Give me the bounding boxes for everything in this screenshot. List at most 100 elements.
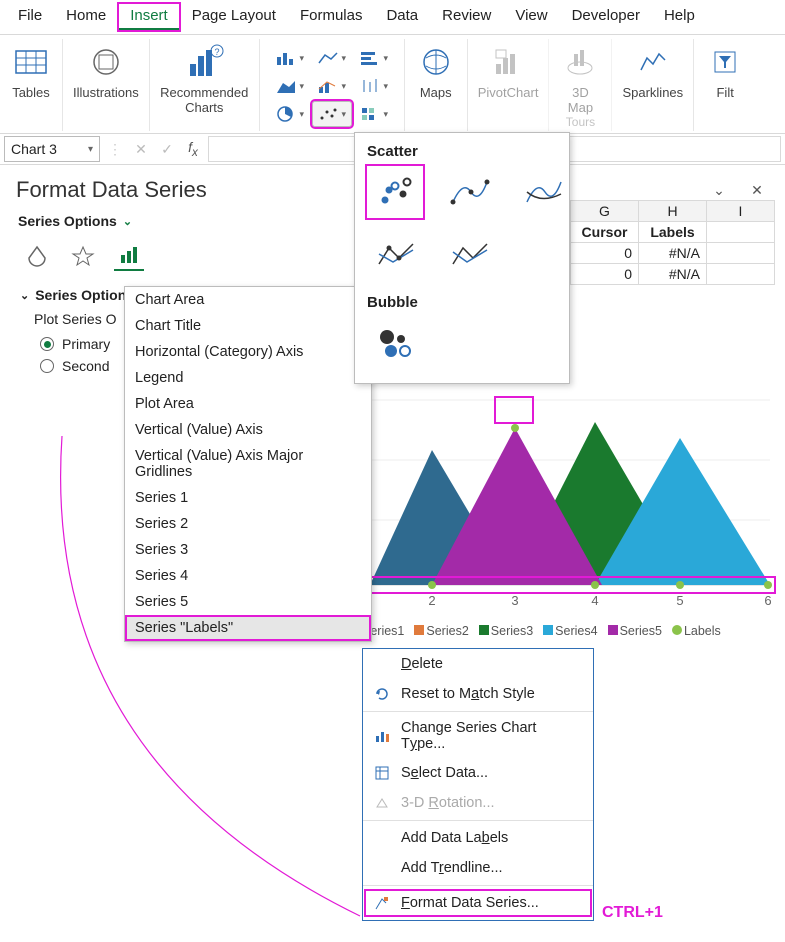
- menu-data[interactable]: Data: [374, 3, 430, 31]
- label-marker-5[interactable]: [676, 581, 684, 589]
- chart-line[interactable]: ▾: [312, 45, 352, 71]
- legend-series4: Series4: [543, 624, 597, 638]
- chart-elem-series1[interactable]: Series 1: [125, 485, 371, 511]
- fx-btn[interactable]: fx: [182, 138, 204, 160]
- chart-elem-series4[interactable]: Series 4: [125, 563, 371, 589]
- cell-i3[interactable]: [707, 243, 775, 264]
- chart-elem-series-labels[interactable]: Series "Labels": [125, 615, 371, 641]
- cell-i2[interactable]: [707, 222, 775, 243]
- menu-review[interactable]: Review: [430, 3, 503, 31]
- series-options-tab[interactable]: [114, 241, 144, 271]
- scatter-markers-only[interactable]: [367, 166, 423, 218]
- menu-bar: File Home Insert Page Layout Formulas Da…: [0, 0, 785, 35]
- ribbon-recommended-charts[interactable]: ? Recommended Charts: [150, 39, 260, 131]
- cancel-formula-btn[interactable]: ✕: [130, 138, 152, 160]
- effects-tab[interactable]: [68, 241, 98, 271]
- close-pane-btn[interactable]: ✕: [745, 178, 769, 202]
- cell-h3[interactable]: #N/A: [639, 243, 707, 264]
- cell-g3[interactable]: 0: [571, 243, 639, 264]
- enter-formula-btn[interactable]: ✓: [156, 138, 178, 160]
- menu-view[interactable]: View: [503, 3, 559, 31]
- label-marker-4[interactable]: [591, 581, 599, 589]
- blank-icon: [373, 655, 391, 673]
- bubble-chart[interactable]: [367, 317, 423, 369]
- ctx-format-data-series[interactable]: Format Data Series...: [363, 888, 593, 918]
- label-marker-3[interactable]: [511, 424, 519, 432]
- xtick-3: 3: [511, 593, 518, 608]
- menu-insert[interactable]: Insert: [118, 3, 180, 31]
- chart-elem-chart-title[interactable]: Chart Title: [125, 313, 371, 339]
- ribbon-filters[interactable]: Filt: [694, 39, 756, 131]
- hdr-cursor[interactable]: Cursor: [571, 222, 639, 243]
- ribbon-maps[interactable]: Maps: [405, 39, 468, 131]
- chart-area[interactable]: ▾: [270, 73, 310, 99]
- col-i[interactable]: I: [707, 201, 775, 222]
- menu-page-layout[interactable]: Page Layout: [180, 3, 288, 31]
- ctx-select-data[interactable]: Select Data...: [363, 758, 593, 788]
- fill-line-tab[interactable]: [22, 241, 52, 271]
- chevron-down-icon: ▾: [88, 144, 93, 155]
- ribbon-sparklines-label: Sparklines: [622, 85, 683, 100]
- scatter-smooth-lines[interactable]: [515, 166, 571, 218]
- ribbon-chart-types: ▾ ▾ ▾ ▾ ▾ ▾ ▾ ▾ ▾: [260, 39, 405, 131]
- col-g[interactable]: G: [571, 201, 639, 222]
- illustrations-icon: [85, 41, 127, 83]
- chevron-down-icon: ⌄: [123, 215, 132, 228]
- chart-bar[interactable]: ▾: [354, 45, 394, 71]
- chart-elem-series3[interactable]: Series 3: [125, 537, 371, 563]
- ribbon-illustrations[interactable]: Illustrations: [63, 39, 150, 131]
- chart-pie[interactable]: ▾: [270, 101, 310, 127]
- menu-home[interactable]: Home: [54, 3, 118, 31]
- keyboard-shortcut-label: CTRL+1: [602, 904, 663, 922]
- menu-help[interactable]: Help: [652, 3, 707, 31]
- menu-formulas[interactable]: Formulas: [288, 3, 375, 31]
- name-box[interactable]: Chart 3▾: [4, 136, 100, 162]
- cell-i4[interactable]: [707, 264, 775, 285]
- legend-labels: Labels: [672, 624, 721, 638]
- chart-elem-vval-gridlines[interactable]: Vertical (Value) Axis Major Gridlines: [125, 443, 371, 485]
- ribbon-tours[interactable]: 3D Map Tours: [549, 39, 612, 131]
- menu-file[interactable]: File: [6, 3, 54, 31]
- label-marker-2[interactable]: [428, 581, 436, 589]
- ctx-change-chart-type[interactable]: Change Series Chart Type...: [363, 714, 593, 758]
- menu-developer[interactable]: Developer: [560, 3, 652, 31]
- scatter-smooth-markers[interactable]: [441, 166, 497, 218]
- chart-elem-legend[interactable]: Legend: [125, 365, 371, 391]
- chart-elem-hcat-axis[interactable]: Horizontal (Category) Axis: [125, 339, 371, 365]
- chart-elem-vval-axis[interactable]: Vertical (Value) Axis: [125, 417, 371, 443]
- rotation-3d-icon: [373, 794, 391, 812]
- cell-g4[interactable]: 0: [571, 264, 639, 285]
- reset-icon: [373, 685, 391, 703]
- separator: [363, 820, 593, 821]
- cell-h4[interactable]: #N/A: [639, 264, 707, 285]
- secondary-axis-label: Second: [62, 358, 109, 374]
- ribbon-tables[interactable]: Tables: [0, 39, 63, 131]
- chart-scatter-trigger[interactable]: ▾: [312, 101, 352, 127]
- label-marker-6[interactable]: [764, 581, 772, 589]
- ribbon-sparklines[interactable]: Sparklines: [612, 39, 694, 131]
- col-h[interactable]: H: [639, 201, 707, 222]
- chart-surface[interactable]: ▾: [354, 101, 394, 127]
- chart-plot-area[interactable]: 2 3 4 5 6: [350, 360, 780, 620]
- chart-stock[interactable]: ▾: [354, 73, 394, 99]
- chart-elem-chart-area[interactable]: Chart Area: [125, 287, 371, 313]
- ctx-reset-match-style[interactable]: Reset to Match Style: [363, 679, 593, 709]
- maps-icon: [415, 41, 457, 83]
- scatter-straight-lines[interactable]: [441, 228, 497, 280]
- chart-combo[interactable]: ▾: [312, 73, 352, 99]
- scatter-header: Scatter: [367, 143, 557, 160]
- chart-elem-plot-area[interactable]: Plot Area: [125, 391, 371, 417]
- ctx-add-trendline[interactable]: Add Trendline...: [363, 853, 593, 883]
- chart-elem-series5[interactable]: Series 5: [125, 589, 371, 615]
- chevron-down-icon: ⌄: [20, 289, 29, 302]
- ribbon-pivotchart[interactable]: PivotChart: [468, 39, 550, 131]
- chart-column[interactable]: ▾: [270, 45, 310, 71]
- chart-elem-series2[interactable]: Series 2: [125, 511, 371, 537]
- chart-legend[interactable]: Series1 Series2 Series3 Series4 Series5 …: [350, 624, 780, 638]
- scatter-straight-markers[interactable]: [367, 228, 423, 280]
- ctx-add-data-labels[interactable]: Add Data Labels: [363, 823, 593, 853]
- collapse-pane-btn[interactable]: ⌄: [707, 178, 731, 202]
- hdr-labels[interactable]: Labels: [639, 222, 707, 243]
- ctx-3d-rotation: 3-D Rotation...: [363, 788, 593, 818]
- ctx-delete[interactable]: Delete: [363, 649, 593, 679]
